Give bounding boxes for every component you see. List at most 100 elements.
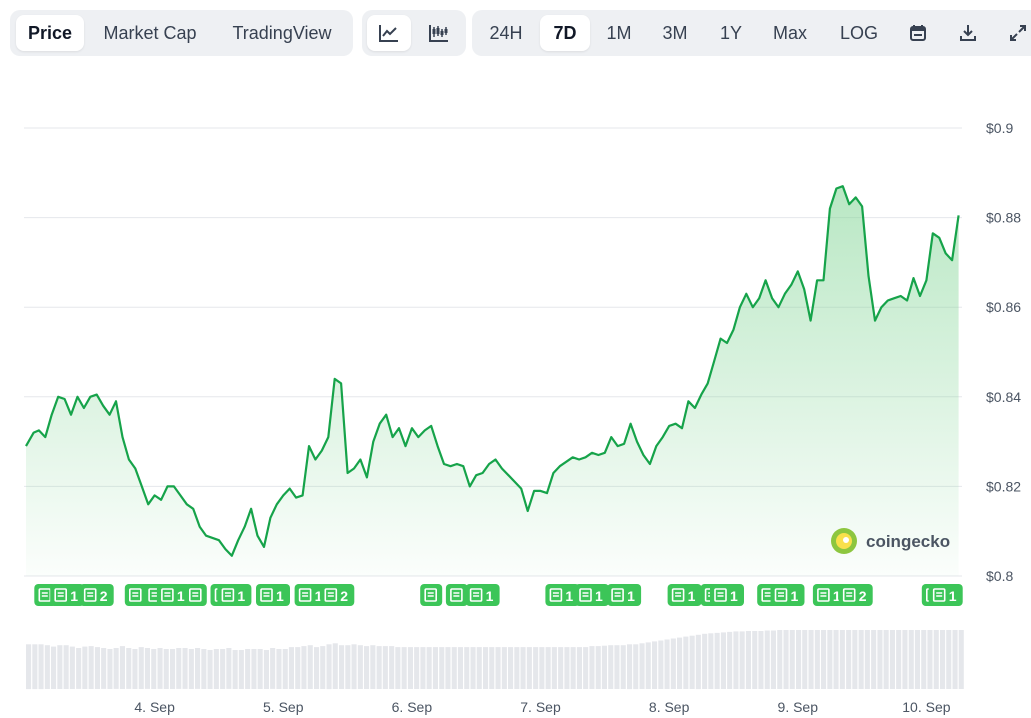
news-badge[interactable] bbox=[420, 584, 443, 606]
volume-bar bbox=[144, 648, 150, 689]
volume-bar bbox=[251, 649, 257, 689]
tab-tradingview[interactable]: TradingView bbox=[216, 15, 348, 51]
y-tick-label: $0.84 bbox=[986, 389, 1021, 405]
volume-bar bbox=[614, 645, 620, 689]
download-button[interactable] bbox=[946, 15, 990, 51]
news-badge-count: 2 bbox=[859, 588, 867, 604]
log-scale-toggle[interactable]: LOG bbox=[824, 15, 894, 51]
news-badge[interactable]: 1 bbox=[607, 584, 642, 606]
volume-bar bbox=[808, 630, 814, 689]
news-badge[interactable]: 1 bbox=[256, 584, 290, 606]
volume-bar bbox=[38, 644, 44, 690]
news-badge[interactable]: 1 bbox=[465, 584, 500, 606]
volume-bar bbox=[464, 647, 470, 689]
news-badge[interactable]: 2 bbox=[320, 584, 355, 606]
volume-bar bbox=[777, 630, 783, 689]
volume-bar bbox=[633, 644, 639, 690]
volume-bar bbox=[695, 634, 701, 690]
volume-bar bbox=[232, 650, 238, 689]
volume-bar bbox=[157, 648, 163, 689]
volume-bar bbox=[126, 648, 132, 689]
volume-bar bbox=[470, 647, 476, 689]
volume-bar bbox=[495, 647, 501, 689]
news-badge[interactable] bbox=[184, 584, 207, 606]
volume-bar bbox=[927, 630, 933, 689]
y-tick-label: $0.82 bbox=[986, 478, 1021, 494]
volume-bar bbox=[852, 630, 858, 689]
volume-bar bbox=[689, 635, 695, 689]
volume-bar bbox=[570, 647, 576, 689]
volume-bar bbox=[758, 631, 764, 689]
volume-bar bbox=[314, 647, 320, 689]
volume-bar bbox=[345, 645, 351, 689]
volume-bar bbox=[382, 646, 388, 689]
news-badge-count: 1 bbox=[70, 588, 78, 604]
calendar-button[interactable] bbox=[896, 15, 940, 51]
volume-bar bbox=[213, 649, 219, 689]
news-badge[interactable]: 1 bbox=[545, 584, 580, 606]
volume-bar bbox=[514, 647, 520, 689]
range-1y[interactable]: 1Y bbox=[706, 15, 756, 51]
volume-bar bbox=[789, 630, 795, 689]
volume-bar bbox=[445, 647, 451, 689]
candlestick-button[interactable] bbox=[417, 15, 461, 51]
tab-market-cap[interactable]: Market Cap bbox=[90, 15, 210, 51]
volume-bar bbox=[652, 641, 658, 689]
volume-bar bbox=[708, 633, 714, 689]
x-tick-label: 5. Sep bbox=[263, 699, 304, 715]
news-badge[interactable]: 2 bbox=[79, 584, 114, 606]
price-chart: $0.9 $0.88 $0.86 $0.84 $0.82 $0.8 coingecko 1… bbox=[24, 120, 1021, 715]
news-badge[interactable] bbox=[445, 584, 468, 606]
volume-bar bbox=[195, 648, 201, 689]
volume-bar bbox=[908, 630, 914, 689]
volume-bar bbox=[933, 630, 939, 689]
range-1m[interactable]: 1M bbox=[594, 15, 644, 51]
tab-price[interactable]: Price bbox=[16, 15, 84, 51]
volume-bar bbox=[595, 646, 601, 689]
volume-bar bbox=[282, 649, 288, 689]
news-badge-count: 1 bbox=[177, 588, 185, 604]
news-badge[interactable]: 1 bbox=[928, 584, 963, 606]
expand-button[interactable] bbox=[996, 15, 1031, 51]
volume-bar bbox=[439, 647, 445, 689]
candlestick-icon bbox=[429, 25, 448, 42]
volume-bar bbox=[414, 647, 420, 689]
coingecko-label: coingecko bbox=[866, 532, 950, 551]
calendar-icon bbox=[910, 25, 926, 41]
news-badge[interactable]: 1 bbox=[770, 584, 805, 606]
news-badge[interactable]: 1 bbox=[667, 584, 702, 606]
volume-bar bbox=[119, 646, 125, 689]
volume-bar bbox=[846, 630, 852, 689]
volume-bar bbox=[220, 649, 226, 689]
range-7d[interactable]: 7D bbox=[540, 15, 590, 51]
volume-bar bbox=[288, 647, 294, 689]
news-badge[interactable]: 1 bbox=[50, 584, 85, 606]
range-24h[interactable]: 24H bbox=[477, 15, 535, 51]
news-badge[interactable]: 1 bbox=[710, 584, 744, 606]
volume-bar bbox=[270, 648, 276, 689]
volume-bar bbox=[483, 647, 489, 689]
volume-bar bbox=[558, 647, 564, 689]
volume-bar bbox=[783, 630, 789, 689]
news-badge-count: 1 bbox=[730, 588, 738, 604]
volume-bar bbox=[770, 630, 776, 689]
x-axis-ticks: 4. Sep 5. Sep 6. Sep 7. Sep 8. Sep 9. Sep 10. … bbox=[134, 699, 950, 715]
line-chart-button[interactable] bbox=[367, 15, 411, 51]
news-badge-count: 1 bbox=[627, 588, 635, 604]
news-badge[interactable]: 2 bbox=[838, 584, 873, 606]
news-badge[interactable]: 1 bbox=[575, 584, 609, 606]
range-max[interactable]: Max bbox=[760, 15, 820, 51]
volume-bar bbox=[320, 646, 326, 689]
news-badge-count: 1 bbox=[565, 588, 573, 604]
news-badge-count: 1 bbox=[688, 588, 696, 604]
volume-bar bbox=[420, 647, 426, 689]
volume-bar bbox=[533, 647, 539, 689]
range-3m[interactable]: 3M bbox=[648, 15, 702, 51]
y-tick-label: $0.86 bbox=[986, 299, 1021, 315]
volume-bar bbox=[620, 645, 626, 689]
x-tick-label: 4. Sep bbox=[134, 699, 175, 715]
news-badge[interactable]: 1 bbox=[217, 584, 252, 606]
expand-icon bbox=[1010, 25, 1026, 41]
volume-bar bbox=[914, 630, 920, 689]
volume-bar bbox=[69, 646, 75, 689]
